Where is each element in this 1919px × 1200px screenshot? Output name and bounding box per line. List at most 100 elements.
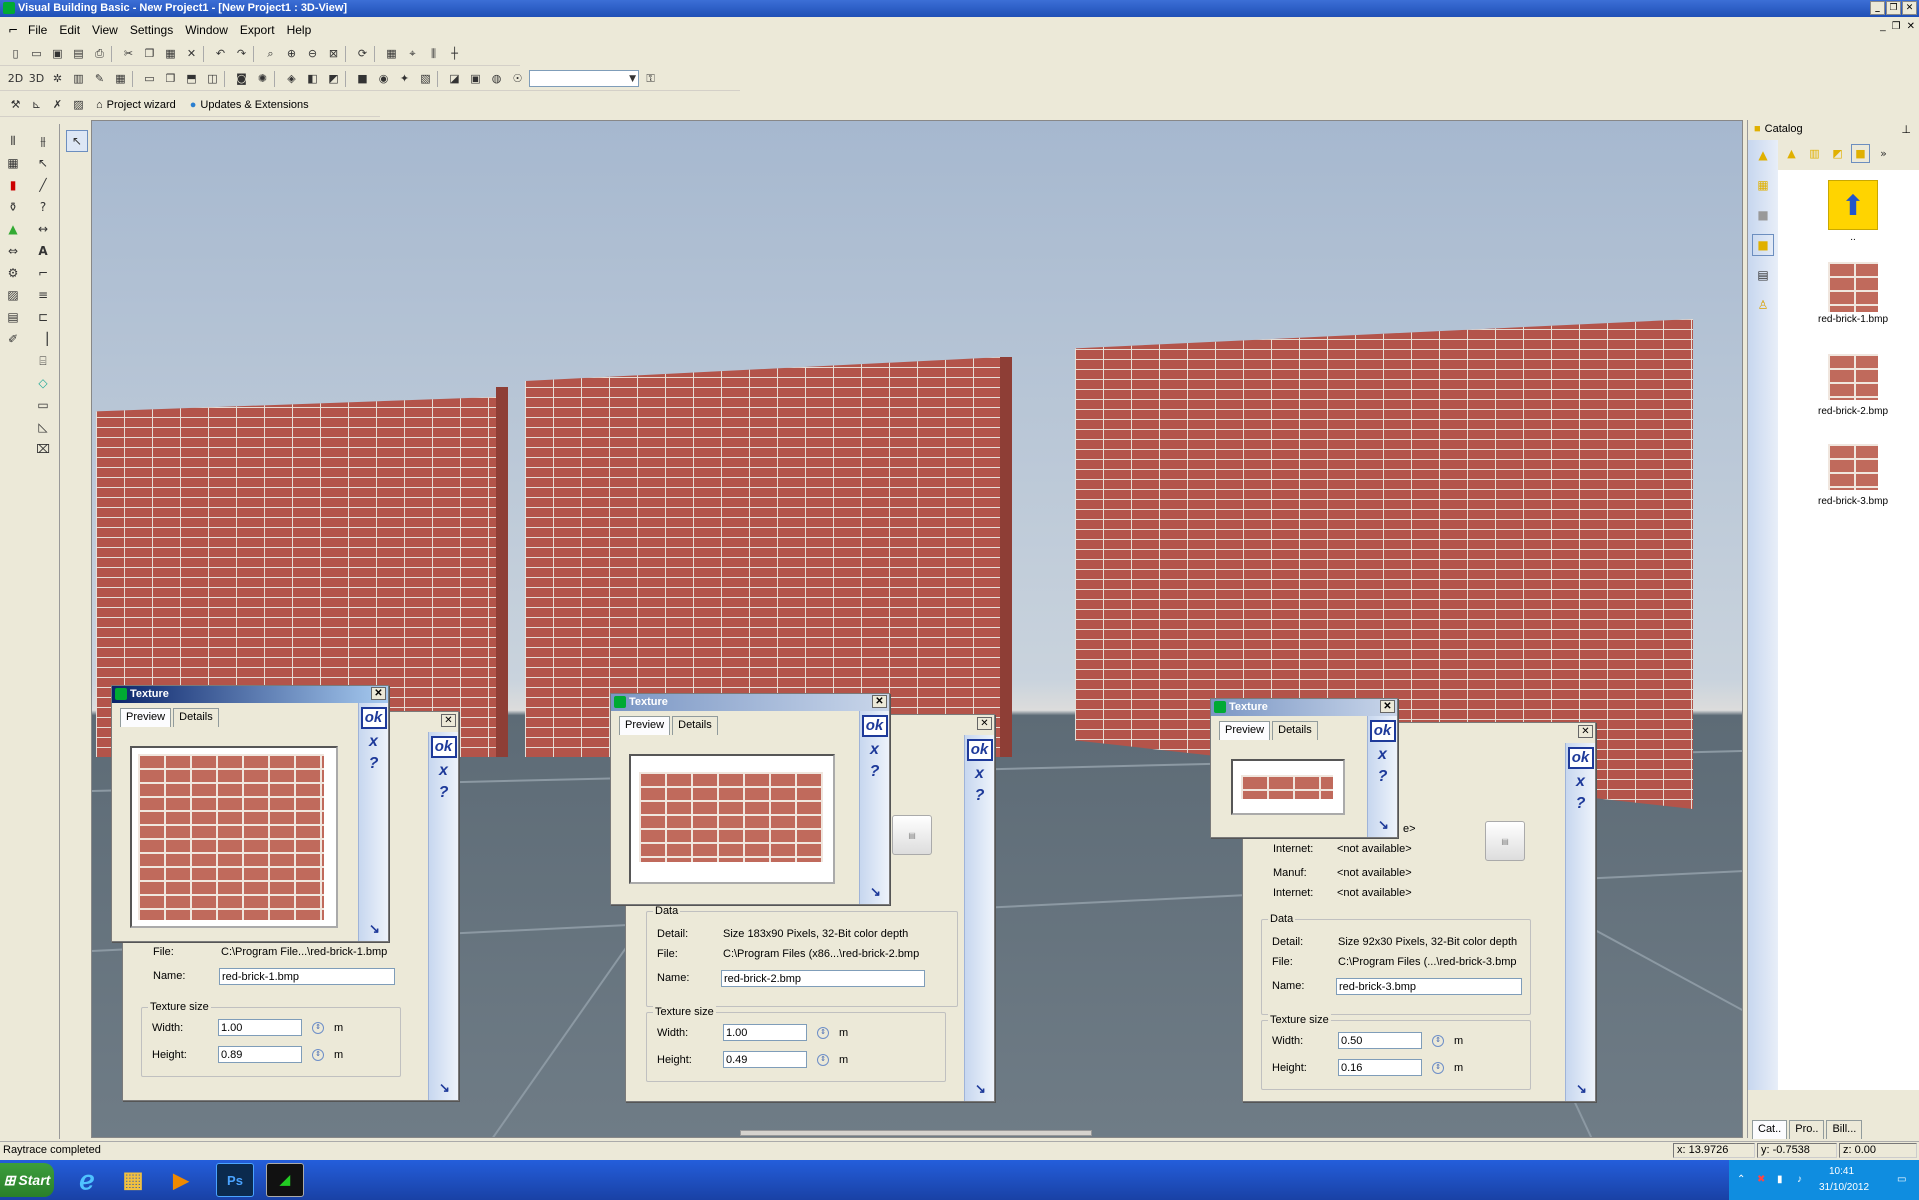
window-icon[interactable]: ▭ xyxy=(140,69,159,88)
select-icon[interactable]: ↖ xyxy=(32,152,54,174)
grid-icon[interactable]: ▦ xyxy=(382,44,401,63)
tab-details[interactable]: Details xyxy=(173,708,219,727)
sun-icon[interactable]: ☉ xyxy=(508,69,527,88)
menu-window[interactable]: Window xyxy=(185,23,228,37)
light-icon[interactable]: ✺ xyxy=(253,69,272,88)
catalog-folder-active-icon[interactable]: ■ xyxy=(1752,234,1774,256)
pin-icon[interactable]: ⊥ xyxy=(1901,123,1911,136)
camera-icon[interactable]: ◙ xyxy=(232,69,251,88)
new-icon[interactable]: ▯ xyxy=(6,44,25,63)
height-spinner[interactable]: ⇕ xyxy=(312,1049,324,1061)
menu-view[interactable]: View xyxy=(92,23,118,37)
texture-icon[interactable]: ◉ xyxy=(374,69,393,88)
text-icon[interactable]: A xyxy=(32,240,54,262)
catalog-item-red-brick-3[interactable] xyxy=(1828,444,1878,490)
tray-expand-icon[interactable]: ⌃ xyxy=(1737,1174,1745,1185)
dialog-2-expand-icon[interactable]: ↘ xyxy=(870,884,881,900)
dialog-1-back-expand-icon[interactable]: ↘ xyxy=(439,1080,450,1096)
frame-icon[interactable]: ▣ xyxy=(466,69,485,88)
table-icon[interactable]: ▦ xyxy=(111,69,130,88)
dialog-1-help-button[interactable]: ? xyxy=(359,755,388,773)
tab-catalog[interactable]: Cat.. xyxy=(1752,1120,1788,1139)
height-spinner[interactable]: ⇕ xyxy=(1432,1062,1444,1074)
dialog-2-back-expand-icon[interactable]: ↘ xyxy=(975,1081,986,1097)
view-select[interactable]: ▼ xyxy=(529,70,639,87)
width-input[interactable] xyxy=(723,1024,807,1041)
roof-icon[interactable]: ≡ xyxy=(32,284,54,306)
dialog-1-expand-icon[interactable]: ↘ xyxy=(369,921,380,937)
mdi-minimize-button[interactable]: _ xyxy=(1880,21,1886,32)
dialog-3-help-button[interactable]: ? xyxy=(1368,768,1397,786)
catalog-item-red-brick-2[interactable] xyxy=(1828,354,1878,400)
walk-icon[interactable]: ✲ xyxy=(48,69,67,88)
dialog-1-back-close[interactable]: ✕ xyxy=(441,714,456,727)
dialog-3-back-close[interactable]: ✕ xyxy=(1578,725,1593,738)
redo-icon[interactable]: ↷ xyxy=(232,44,251,63)
columns-icon[interactable]: ⫼ xyxy=(424,44,443,63)
dialog-2-back-cancel-button[interactable]: x xyxy=(965,765,994,783)
menu-export[interactable]: Export xyxy=(240,23,275,37)
dialog-3-back-ok-button[interactable]: ok xyxy=(1567,747,1594,769)
updates-button[interactable]: ● Updates & Extensions xyxy=(184,99,315,111)
refresh-icon[interactable]: ⟳ xyxy=(353,44,372,63)
catalog-person-icon[interactable]: ♙ xyxy=(1752,294,1774,316)
zoom-in-icon[interactable]: ⊕ xyxy=(282,44,301,63)
photoshop-taskbar-icon[interactable]: Ps xyxy=(216,1163,254,1197)
wall-grid-icon[interactable]: ▦ xyxy=(2,152,24,174)
staircase-icon[interactable]: ⌸ xyxy=(32,350,54,372)
tab-preview[interactable]: Preview xyxy=(1219,721,1271,740)
hatch-icon[interactable]: ▧ xyxy=(416,69,435,88)
catalog-folder-gray-icon[interactable]: ■ xyxy=(1752,204,1774,226)
catalog-textures-icon[interactable]: ■ xyxy=(1851,144,1870,163)
door-icon[interactable]: ▮ xyxy=(2,174,24,196)
width-spinner[interactable]: ⇕ xyxy=(817,1027,829,1039)
visual-building-taskbar-icon[interactable]: ◢ xyxy=(266,1163,304,1197)
height-input[interactable] xyxy=(723,1051,807,1068)
catalog-home-icon[interactable]: ▲ xyxy=(1782,144,1801,163)
show-desktop-icon[interactable]: ▭ xyxy=(1897,1174,1906,1185)
dialog-3-cancel-button[interactable]: x xyxy=(1368,746,1397,764)
dialog-3-back-expand-icon[interactable]: ↘ xyxy=(1576,1081,1587,1097)
zoom-icon[interactable]: ⌕ xyxy=(261,44,280,63)
stairs-icon[interactable]: ⌐ xyxy=(32,262,54,284)
start-button[interactable]: ⊞ Start xyxy=(0,1163,54,1197)
dialog-3-expand-icon[interactable]: ↘ xyxy=(1378,817,1389,833)
catalog-icon[interactable]: ▤ xyxy=(2,306,24,328)
dialog-2-help-button[interactable]: ? xyxy=(860,763,889,781)
delete-icon[interactable]: ✕ xyxy=(182,44,201,63)
erase-icon[interactable]: ✗ xyxy=(48,95,67,114)
tray-volume-icon[interactable]: ♪ xyxy=(1797,1174,1802,1185)
zoom-out-icon[interactable]: ⊖ xyxy=(303,44,322,63)
menu-file[interactable]: File xyxy=(28,23,47,37)
globe-icon[interactable]: ◍ xyxy=(487,69,506,88)
wall-icon[interactable]: ⫴ xyxy=(2,130,24,152)
section-icon[interactable]: ◪ xyxy=(445,69,464,88)
terrain-icon[interactable]: ▲ xyxy=(2,218,24,240)
width-input[interactable] xyxy=(1338,1032,1422,1049)
dialog-2-title-bar[interactable]: Texture ✕ xyxy=(611,694,889,711)
dialog-1-back-help-button[interactable]: ? xyxy=(429,784,458,802)
minimize-button[interactable]: _ xyxy=(1870,1,1885,15)
file-browse-button[interactable]: ▤ xyxy=(892,815,932,855)
view-3d-button[interactable]: 3D xyxy=(27,69,46,88)
dialog-1-cancel-button[interactable]: x xyxy=(359,733,388,751)
line-icon[interactable]: ╱ xyxy=(32,174,54,196)
dialog-1-close-button[interactable]: ✕ xyxy=(371,687,386,700)
undo-icon[interactable]: ↶ xyxy=(211,44,230,63)
material-icon[interactable]: ◩ xyxy=(324,69,343,88)
tab-preview[interactable]: Preview xyxy=(619,716,671,735)
measure-icon[interactable]: ⊾ xyxy=(27,95,46,114)
tray-signal-icon[interactable]: ▮ xyxy=(1777,1174,1783,1185)
tab-details[interactable]: Details xyxy=(672,716,718,735)
tab-details[interactable]: Details xyxy=(1272,721,1318,740)
column-icon[interactable]: ▕ xyxy=(32,328,54,350)
height-spinner[interactable]: ⇕ xyxy=(817,1054,829,1066)
width-spinner[interactable]: ⇕ xyxy=(1432,1035,1444,1047)
catalog-library-icon[interactable]: ▦ xyxy=(1752,174,1774,196)
media-player-taskbar-icon[interactable]: ▶ xyxy=(162,1163,200,1197)
tab-project[interactable]: Pro.. xyxy=(1789,1120,1825,1139)
wall-tool-icon[interactable]: ⫵ xyxy=(32,130,54,152)
render-icon[interactable]: ◈ xyxy=(282,69,301,88)
dialog-3-title-bar[interactable]: Texture ✕ xyxy=(1211,699,1397,716)
dimension-icon[interactable]: ⇔ xyxy=(2,240,24,262)
